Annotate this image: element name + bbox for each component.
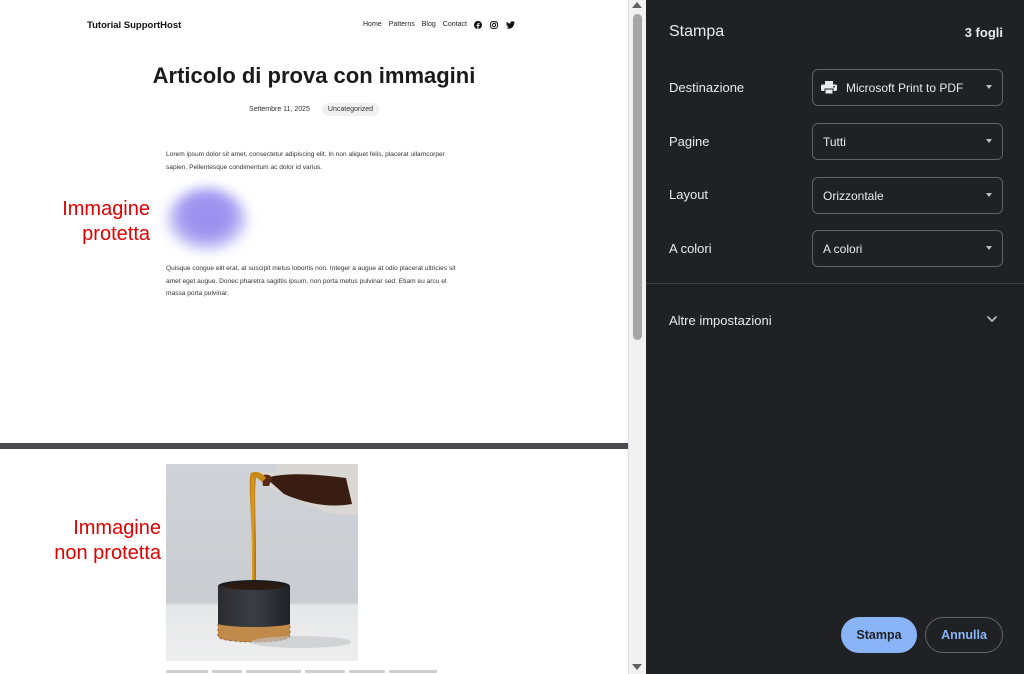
protected-image-placeholder <box>160 183 256 255</box>
more-settings-toggle[interactable]: Altre impostazioni <box>669 313 772 328</box>
instagram-icon[interactable] <box>490 20 499 29</box>
annotation-line: Immagine <box>62 198 150 220</box>
facebook-icon[interactable] <box>474 20 483 29</box>
color-label: A colori <box>669 241 712 256</box>
pages-select[interactable]: Tutti <box>812 123 1003 160</box>
printer-icon <box>821 81 837 94</box>
paragraph-1: Lorem ipsum dolor sit amet, consectetur … <box>166 151 445 171</box>
annotation-line: non protetta <box>54 542 161 564</box>
coffee-pour-image <box>166 464 358 661</box>
dropdown-caret-icon <box>986 85 992 89</box>
pages-value: Tutti <box>823 134 846 149</box>
preview-scrollbar[interactable] <box>628 0 646 674</box>
annotation-line: protetta <box>82 223 150 245</box>
site-title: Tutorial SupportHost <box>87 20 182 31</box>
nav-link-patterns[interactable]: Patterns <box>389 21 415 28</box>
pages-label: Pagine <box>669 134 710 149</box>
category-badge[interactable]: Uncategorized <box>321 103 380 116</box>
nav-link-blog[interactable]: Blog <box>422 21 436 28</box>
annotation-unprotected-image: Immagine non protetta <box>54 516 161 566</box>
dropdown-caret-icon <box>986 193 992 197</box>
print-preview: Tutorial SupportHost Home Patterns Blog … <box>0 0 628 674</box>
color-select[interactable]: A colori <box>812 230 1003 267</box>
paragraph-2: Quisque congue elit erat, at suscipit me… <box>166 265 456 297</box>
nav-link-home[interactable]: Home <box>363 21 382 28</box>
dropdown-caret-icon <box>986 246 992 250</box>
print-dialog: Stampa 3 fogli Destinazione Microsoft Pr… <box>646 0 1024 674</box>
chevron-down-icon[interactable] <box>986 313 998 325</box>
dialog-title: Stampa <box>669 23 725 40</box>
destination-select[interactable]: Microsoft Print to PDF <box>812 69 1003 106</box>
layout-value: Orizzontale <box>823 188 884 203</box>
article-title: Articolo di prova con immagini <box>152 63 476 88</box>
cancel-button[interactable]: Annulla <box>925 617 1003 653</box>
nav-link-contact[interactable]: Contact <box>443 21 467 28</box>
post-meta: Settembre 11, 2025 Uncategorized <box>0 103 628 116</box>
sheet-count: 3 fogli <box>964 25 1003 40</box>
scroll-up-arrow-icon[interactable] <box>632 2 642 8</box>
site-nav: Home Patterns Blog Contact <box>363 20 515 29</box>
layout-select[interactable]: Orizzontale <box>812 177 1003 214</box>
dropdown-caret-icon <box>986 139 992 143</box>
cutoff-text-line <box>166 670 446 674</box>
annotation-protected-image: Immagine protetta <box>62 197 150 247</box>
scroll-thumb[interactable] <box>633 14 642 340</box>
print-button[interactable]: Stampa <box>841 617 917 653</box>
post-date: Settembre 11, 2025 <box>248 106 310 113</box>
color-value: A colori <box>823 241 863 256</box>
dialog-divider <box>646 283 1024 284</box>
destination-label: Destinazione <box>669 80 745 95</box>
scroll-down-arrow-icon[interactable] <box>632 664 642 670</box>
layout-label: Layout <box>669 187 709 202</box>
annotation-line: Immagine <box>73 517 161 539</box>
twitter-icon[interactable] <box>505 20 515 29</box>
destination-value: Microsoft Print to PDF <box>846 80 964 95</box>
